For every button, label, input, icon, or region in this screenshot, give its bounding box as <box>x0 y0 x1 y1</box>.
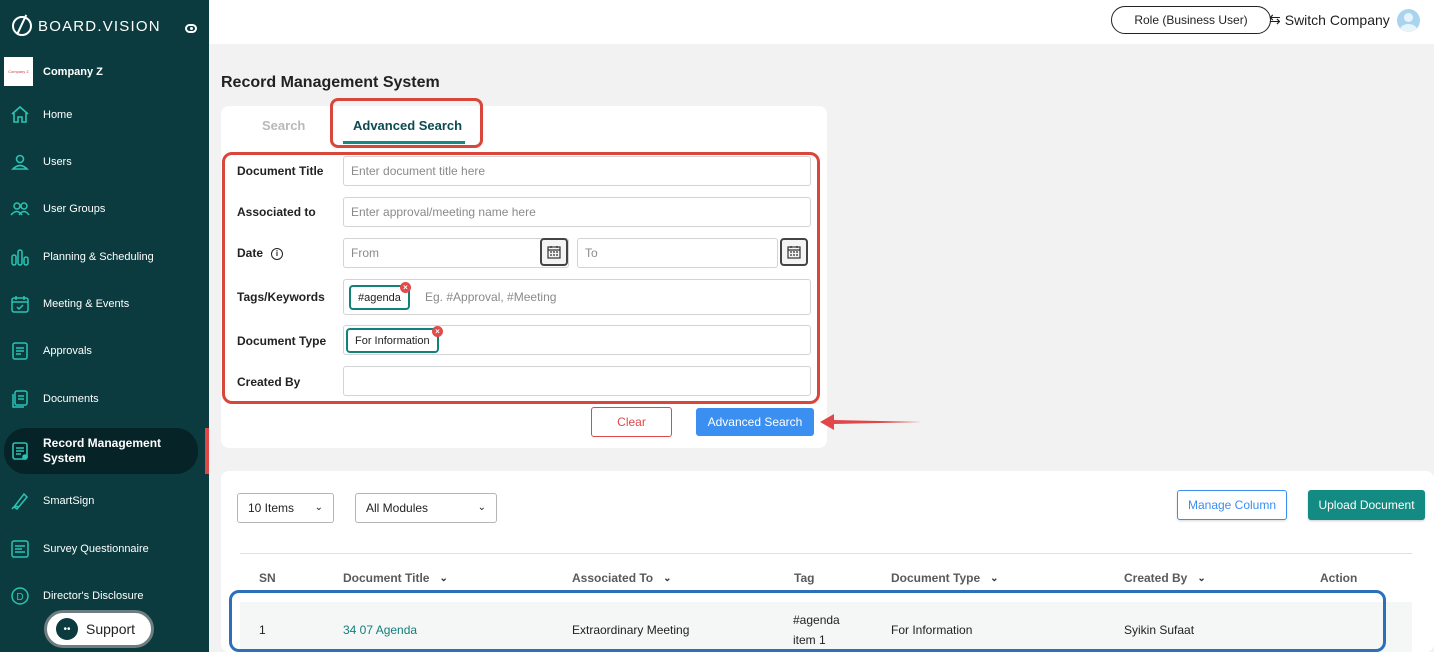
support-button[interactable]: •• Support <box>44 610 154 648</box>
sidebar-item-home[interactable]: Home <box>10 95 200 135</box>
column-header-title[interactable]: Document Title ⌄ <box>343 571 448 585</box>
role-button[interactable]: Role (Business User) <box>1111 6 1271 34</box>
sidebar-item-label: Director's Disclosure <box>43 590 144 602</box>
advanced-search-button[interactable]: Advanced Search <box>696 408 814 436</box>
sidebar-item-label: Users <box>43 156 72 168</box>
chevron-down-icon: ⌄ <box>477 502 486 513</box>
sidebar: BOARD.VISION Company Z Company Z Home Us… <box>0 0 209 652</box>
switch-company-label: Switch Company <box>1284 11 1390 28</box>
chevron-down-icon: ⌄ <box>1197 572 1206 584</box>
row-annotation-box <box>229 590 1386 652</box>
sidebar-item-label: SmartSign <box>43 495 95 507</box>
table-divider <box>240 553 1412 554</box>
sidebar-item-label: Meeting & Events <box>43 298 130 310</box>
sidebar-item-survey[interactable]: Survey Questionnaire <box>10 529 200 569</box>
sidebar-item-planning[interactable]: Planning & Scheduling <box>10 237 200 277</box>
support-label: Support <box>86 621 136 637</box>
column-header-associated[interactable]: Associated To ⌄ <box>572 571 672 585</box>
calendar-icon <box>10 294 30 314</box>
upload-document-button[interactable]: Upload Document <box>1308 490 1425 520</box>
manage-column-button[interactable]: Manage Column <box>1177 490 1287 520</box>
documents-icon <box>10 389 30 409</box>
column-header-tag: Tag <box>794 571 815 585</box>
company-name: Company Z <box>43 65 103 78</box>
chevron-down-icon: ⌄ <box>314 502 323 513</box>
sidebar-item-user-groups[interactable]: User Groups <box>10 189 200 229</box>
switch-company-button[interactable]: ⇆ Switch Company <box>1269 11 1390 28</box>
sidebar-item-label: Survey Questionnaire <box>43 543 149 555</box>
chevron-down-icon: ⌄ <box>990 572 999 584</box>
sidebar-item-label: Approvals <box>43 345 92 357</box>
page-title: Record Management System <box>221 74 440 91</box>
document-check-icon <box>10 341 30 361</box>
column-header-created-by[interactable]: Created By ⌄ <box>1124 571 1206 585</box>
chevron-down-icon: ⌄ <box>663 572 672 584</box>
app-logo-text: BOARD.VISION <box>38 17 161 35</box>
board-vision-logo-icon <box>12 16 32 36</box>
module-filter-value: All Modules <box>366 501 429 515</box>
module-filter-select[interactable]: All Modules ⌄ <box>355 493 497 523</box>
sidebar-item-label: Home <box>43 109 73 121</box>
sidebar-item-users[interactable]: Users <box>10 142 200 182</box>
column-header-sn: SN <box>259 571 276 585</box>
avatar[interactable] <box>1397 9 1420 32</box>
active-indicator <box>205 428 209 474</box>
top-bar: Role (Business User) ⇆ Switch Company <box>209 0 1434 44</box>
sidebar-item-label: Planning & Scheduling <box>43 251 154 263</box>
sidebar-item-label: User Groups <box>43 203 106 215</box>
annotation-arrow <box>820 414 922 430</box>
app-logo[interactable]: BOARD.VISION <box>12 16 161 36</box>
user-icon <box>10 152 30 172</box>
disclosure-icon: D <box>10 586 30 606</box>
pen-icon <box>10 491 30 511</box>
switch-arrows-icon: ⇆ <box>1269 11 1281 27</box>
page-size-value: 10 Items <box>248 501 295 515</box>
sidebar-item-record-management[interactable]: Record Management System <box>4 428 198 474</box>
sidebar-item-smartsign[interactable]: SmartSign <box>10 481 200 521</box>
tab-search[interactable]: Search <box>262 118 305 133</box>
users-icon <box>10 199 30 219</box>
column-header-document-type[interactable]: Document Type ⌄ <box>891 571 999 585</box>
survey-icon <box>10 539 30 559</box>
svg-text:D: D <box>16 592 23 603</box>
sidebar-item-label: Record Management System <box>43 436 162 465</box>
page-size-select[interactable]: 10 Items ⌄ <box>237 493 334 523</box>
sidebar-item-documents[interactable]: Documents <box>10 379 200 419</box>
tab-annotation-box <box>330 98 483 148</box>
company-selector[interactable]: Company Z Company Z <box>4 57 103 86</box>
sidebar-item-meetings[interactable]: Meeting & Events <box>10 284 200 324</box>
clear-button[interactable]: Clear <box>591 407 672 437</box>
form-annotation-box <box>222 152 820 404</box>
chart-bars-icon <box>10 247 30 267</box>
company-logo: Company Z <box>4 57 33 86</box>
record-icon <box>10 441 30 461</box>
sidebar-item-label: Documents <box>43 393 99 405</box>
chat-icon: •• <box>56 618 78 640</box>
sidebar-item-approvals[interactable]: Approvals <box>10 331 200 371</box>
chevron-down-icon: ⌄ <box>439 572 448 584</box>
column-header-action: Action <box>1320 571 1358 585</box>
home-icon <box>10 105 30 125</box>
sidebar-toggle-icon[interactable] <box>185 24 197 33</box>
